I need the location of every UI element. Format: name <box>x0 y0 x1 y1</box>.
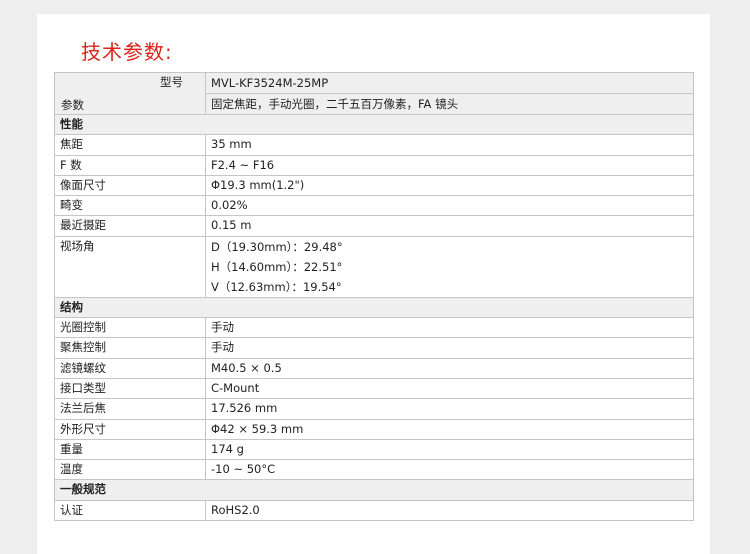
section-row-structure: 结构 <box>54 296 694 319</box>
row-label: 最近摄距 <box>54 215 206 237</box>
row-value: 35 mm <box>205 134 694 156</box>
table-row: 聚焦控制 手动 <box>54 337 694 359</box>
row-label: 外形尺寸 <box>54 418 206 440</box>
row-value: 174 g <box>205 438 694 461</box>
table-header-row: 型号 参数 MVL-KF3524M-25MP <box>54 72 694 115</box>
table-row: 接口类型 C-Mount <box>54 377 694 400</box>
row-label: 焦距 <box>54 134 206 156</box>
row-value: 0.02% <box>205 195 694 217</box>
row-value: C-Mount <box>205 377 694 400</box>
row-label: 温度 <box>54 459 206 481</box>
section-title: 性能 <box>54 113 694 136</box>
row-label: 视场角 <box>54 235 206 298</box>
fov-diagonal: D（19.30mm）：29.48° <box>211 239 343 254</box>
table-row: 视场角 D（19.30mm）：29.48° H（14.60mm）：22.51° … <box>54 235 694 298</box>
section-title: 一般规范 <box>54 479 694 501</box>
row-label: 接口类型 <box>54 377 206 400</box>
row-value: 17.526 mm <box>205 398 694 420</box>
table-row: 光圈控制 手动 <box>54 317 694 339</box>
header-diagonal-cell: 型号 参数 <box>54 72 206 115</box>
section-row-general: 一般规范 <box>54 479 694 501</box>
table-row: 重量 174 g <box>54 438 694 461</box>
model-label: 型号 <box>160 75 183 89</box>
fov-vertical: V（12.63mm）：19.54° <box>211 279 342 294</box>
table-row: 滤镜螺纹 M40.5 × 0.5 <box>54 357 694 379</box>
param-label: 参数 <box>61 98 84 112</box>
table-row: 温度 -10 ~ 50°C <box>54 459 694 481</box>
row-label: 认证 <box>54 499 206 522</box>
page-title: 技术参数: <box>81 40 173 64</box>
table-row: 焦距 35 mm <box>54 134 694 156</box>
row-label: 法兰后焦 <box>54 398 206 420</box>
row-label: F 数 <box>54 154 206 176</box>
row-value: Φ42 × 59.3 mm <box>205 418 694 440</box>
row-label: 重量 <box>54 438 206 461</box>
row-value: F2.4 ~ F16 <box>205 154 694 176</box>
table-row: 法兰后焦 17.526 mm <box>54 398 694 420</box>
section-row-performance: 性能 <box>54 113 694 136</box>
table-row: F 数 F2.4 ~ F16 <box>54 154 694 176</box>
row-label: 像面尺寸 <box>54 174 206 197</box>
spec-table: 型号 参数 MVL-KF3524M-25MP 固定焦距，手动光圈，二千五百万像素… <box>54 72 694 522</box>
row-value: 手动 <box>205 317 694 339</box>
table-row: 认证 RoHS2.0 <box>54 499 694 522</box>
row-label: 聚焦控制 <box>54 337 206 359</box>
spec-card: 技术参数: 型号 参数 MVL-KF3524M-25MP 固定焦距，手动光圈，二… <box>37 14 710 554</box>
row-label: 光圈控制 <box>54 317 206 339</box>
row-value: 手动 <box>205 337 694 359</box>
row-value: -10 ~ 50°C <box>205 459 694 481</box>
table-row: 畸变 0.02% <box>54 195 694 217</box>
section-title: 结构 <box>54 296 694 319</box>
row-value: M40.5 × 0.5 <box>205 357 694 379</box>
model-value: MVL-KF3524M-25MP <box>205 72 694 94</box>
row-value: 0.15 m <box>205 215 694 237</box>
row-label: 滤镜螺纹 <box>54 357 206 379</box>
row-label: 畸变 <box>54 195 206 217</box>
table-row: 最近摄距 0.15 m <box>54 215 694 237</box>
fov-horizontal: H（14.60mm）：22.51° <box>211 259 343 274</box>
model-description: 固定焦距，手动光圈，二千五百万像素，FA 镜头 <box>205 93 694 115</box>
table-row: 外形尺寸 Φ42 × 59.3 mm <box>54 418 694 440</box>
row-value-fov: D（19.30mm）：29.48° H（14.60mm）：22.51° V（12… <box>205 235 694 298</box>
row-value: RoHS2.0 <box>205 499 694 522</box>
row-value: Φ19.3 mm(1.2") <box>205 174 694 197</box>
table-row: 像面尺寸 Φ19.3 mm(1.2") <box>54 174 694 197</box>
